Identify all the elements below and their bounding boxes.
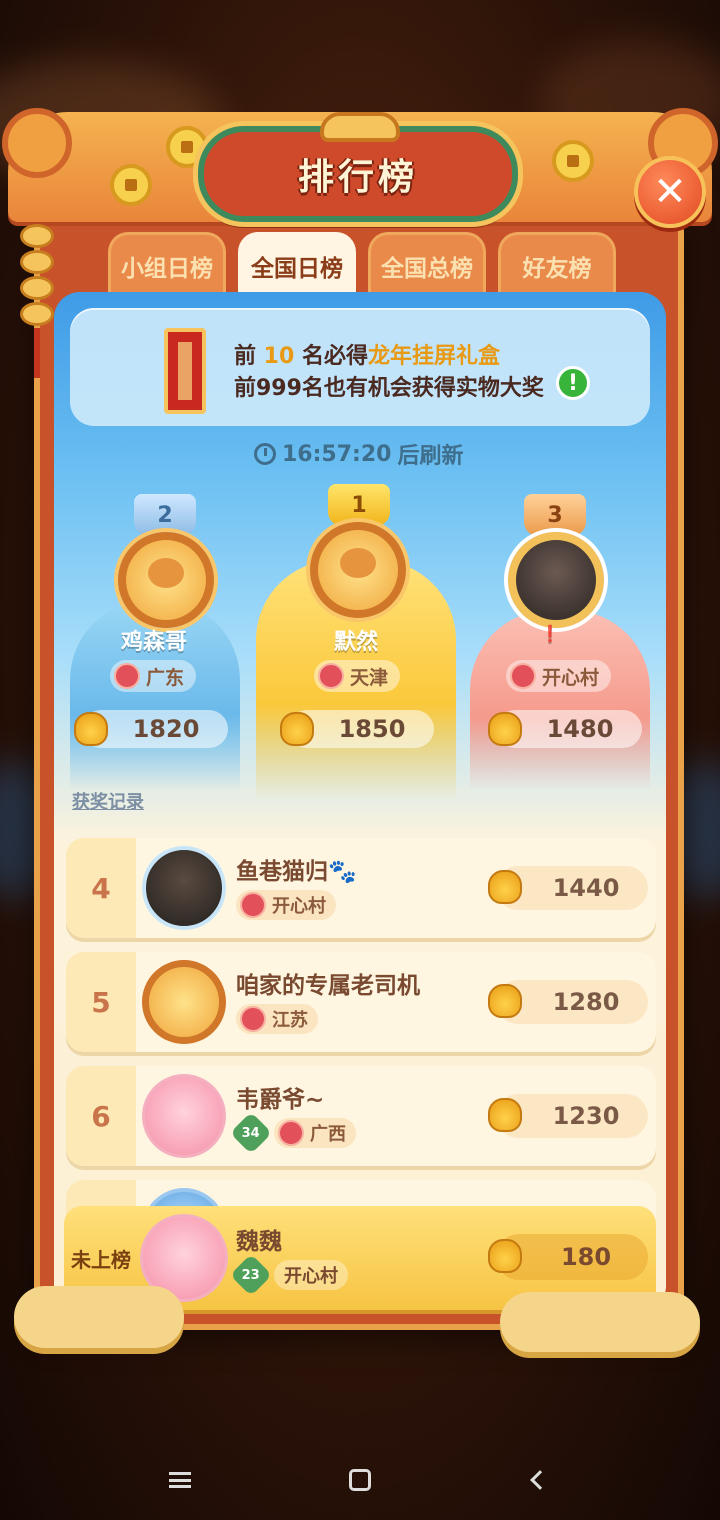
tab-friends[interactable]: 好友榜 [498,232,616,296]
my-name: 魏魏 [236,1229,282,1255]
back-button[interactable] [510,1450,570,1510]
menu-icon [169,1472,191,1488]
top-player-name: ❗ [540,624,560,643]
money-bag-icon [488,1098,522,1132]
back-icon [530,1470,550,1490]
score-pill: 1820 [74,710,228,748]
avatar[interactable] [508,532,604,628]
my-score: 180 [488,1234,648,1280]
tab-bar: 小组日榜 全国日榜 全国总榜 好友榜 [108,232,620,296]
crown-gold-icon: 1 [328,484,390,526]
player-name: 鱼巷猫归🐾 [236,859,357,885]
notice-line-1: 前 10 名必得龙年挂屏礼盒 [234,344,500,369]
level-badge: 34 [229,1111,273,1155]
money-bag-icon [74,712,108,746]
avatar[interactable] [310,522,406,618]
home-button[interactable] [330,1450,390,1510]
page-title: 排行榜 [297,157,418,198]
prize-notice: 前 10 名必得龙年挂屏礼盒 前999名也有机会获得实物大奖 ! [70,308,650,426]
player-meta: 34 广西 [229,1111,356,1155]
close-button[interactable]: ✕ [634,156,706,228]
cloud-decoration [14,1286,184,1348]
region-badge: 开心村 [236,890,336,920]
info-icon[interactable]: ! [556,366,590,400]
level-badge: 23 [229,1253,273,1297]
crown-bronze-icon: 3 [524,494,586,536]
score-pill: 1230 [488,1094,648,1138]
award-history-link[interactable]: 获奖记录 [72,788,144,814]
money-bag-icon [488,870,522,904]
tab-group-daily[interactable]: 小组日榜 [108,232,226,296]
coin-icon [552,140,594,182]
my-meta: 23 开心村 [229,1253,348,1297]
region-badge: 天津 [314,660,401,692]
menu-button[interactable] [150,1450,210,1510]
score-pill: 1440 [488,866,648,910]
knot-ornament [320,112,400,142]
clock-icon [254,443,276,465]
top-player-name: 鸡森哥 [120,630,187,655]
notice-line-2: 前999名也有机会获得实物大奖 [234,376,544,401]
scroll-gift-icon [164,328,206,414]
avatar [142,960,226,1044]
avatar [142,846,226,930]
money-bag-icon [280,712,314,746]
money-bag-icon [488,1239,522,1273]
rank-number: 4 [66,838,136,938]
dragon-badge-icon [510,663,536,689]
close-icon: ✕ [653,169,687,215]
coin-icon [110,164,152,206]
region-badge: 开心村 [274,1260,348,1290]
player-name: 韦爵爷~ [236,1087,325,1113]
tab-national-daily[interactable]: 全国日榜 [238,232,356,296]
system-nav-bar [0,1440,720,1520]
tassel-ornament [16,222,58,378]
score-pill: 1480 [488,710,642,748]
score-pill: 1850 [280,710,434,748]
dragon-badge-icon [240,1006,266,1032]
tab-national-total[interactable]: 全国总榜 [368,232,486,296]
dragon-badge-icon [318,663,344,689]
avatar[interactable] [118,532,214,628]
top-player-name: 默然 [333,630,378,655]
cloud-decoration [500,1292,700,1352]
rank-number: 6 [66,1066,136,1166]
region-badge: 广东 [110,660,197,692]
crown-silver-icon: 2 [134,494,196,536]
roof-ornament-left [2,108,72,178]
list-item[interactable]: 5 咱家的专属老司机 江苏 1280 [66,952,656,1052]
player-name: 咱家的专属老司机 [236,973,420,999]
money-bag-icon [488,712,522,746]
region-badge: 开心村 [506,660,612,692]
rank-number: 5 [66,952,136,1052]
region-badge: 江苏 [236,1004,318,1034]
dragon-badge-icon [114,663,140,689]
refresh-timer: 16:57:20 后刷新 [254,438,463,470]
money-bag-icon [488,984,522,1018]
player-meta: 江苏 [236,1004,318,1034]
score-pill: 1280 [488,980,648,1024]
list-item[interactable]: 4 鱼巷猫归🐾 开心村 1440 [66,838,656,938]
screen: 排行榜 ✕ 小组日榜 全国日榜 全国总榜 好友榜 前 10 名必得龙年挂屏礼盒 … [0,0,720,1520]
home-icon [349,1469,371,1491]
list-item[interactable]: 6 韦爵爷~ 34 广西 1230 [66,1066,656,1166]
dragon-badge-icon [278,1120,304,1146]
player-meta: 开心村 [236,890,336,920]
avatar [142,1074,226,1158]
dragon-badge-icon [240,892,266,918]
region-badge: 广西 [274,1118,356,1148]
